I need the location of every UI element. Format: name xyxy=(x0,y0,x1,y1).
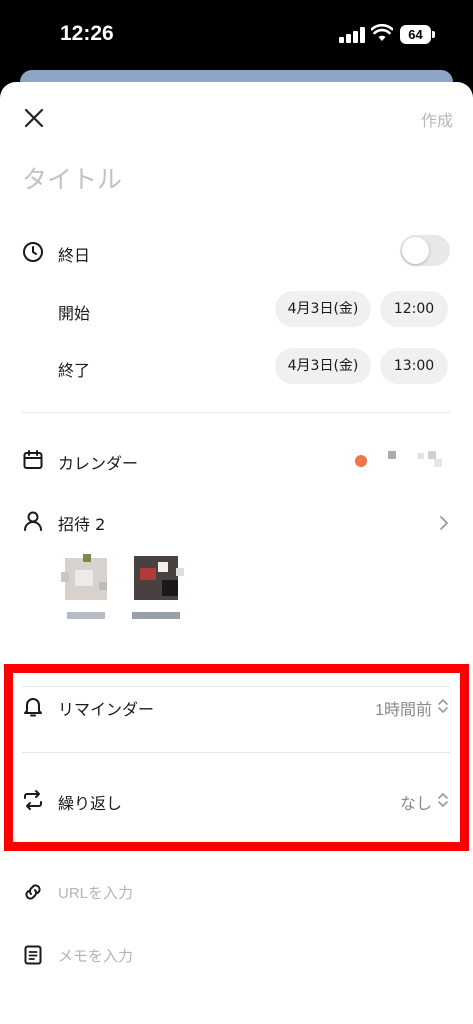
repeat-icon xyxy=(24,790,42,810)
section-divider xyxy=(22,412,450,413)
invite-label[interactable]: 招待 2 xyxy=(58,511,105,535)
status-bar: 12:26 64 xyxy=(0,0,473,70)
calendar-icon xyxy=(23,450,43,469)
reminder-value[interactable]: 1時間前 xyxy=(375,696,432,720)
person-icon xyxy=(24,511,42,531)
start-date-button[interactable]: 4月3日(金) xyxy=(275,291,371,327)
invitee-name-redacted xyxy=(67,612,105,619)
end-date-button[interactable]: 4月3日(金) xyxy=(275,348,371,384)
end-label: 終了 xyxy=(58,361,91,380)
avatar[interactable] xyxy=(132,554,184,604)
battery-level: 64 xyxy=(400,25,431,44)
chevron-updown-icon[interactable] xyxy=(437,697,449,715)
wifi-icon xyxy=(371,24,393,41)
url-input[interactable]: URLを入力 xyxy=(58,882,133,903)
chevron-right-icon[interactable] xyxy=(439,515,449,531)
close-icon[interactable] xyxy=(22,106,46,130)
memo-input[interactable]: メモを入力 xyxy=(58,945,133,966)
chevron-updown-icon[interactable] xyxy=(437,791,449,809)
start-time-button[interactable]: 12:00 xyxy=(380,291,448,327)
section-divider xyxy=(22,686,450,687)
bell-icon xyxy=(24,698,42,717)
end-time-button[interactable]: 13:00 xyxy=(380,348,448,384)
reminder-label[interactable]: リマインダー xyxy=(58,696,154,720)
calendar-name-redacted xyxy=(388,451,450,471)
link-icon xyxy=(25,884,41,900)
invitee-name-redacted xyxy=(132,612,180,619)
create-button[interactable]: 作成 xyxy=(421,107,453,131)
memo-icon xyxy=(24,945,42,965)
start-label: 開始 xyxy=(58,304,91,323)
status-time: 12:26 xyxy=(60,22,114,45)
repeat-label[interactable]: 繰り返し xyxy=(58,790,122,814)
section-divider xyxy=(22,752,450,753)
avatar[interactable] xyxy=(61,554,111,604)
allday-toggle[interactable] xyxy=(400,235,450,266)
repeat-value[interactable]: なし xyxy=(400,790,432,814)
toggle-knob xyxy=(402,237,429,264)
cellular-signal-icon xyxy=(339,27,365,43)
calendar-color-dot xyxy=(355,455,367,467)
title-input[interactable]: タイトル xyxy=(22,160,122,196)
new-event-sheet: 作成 タイトル 終日 開始 4月3日(金) 12:00 終了 4月3日(金) 1… xyxy=(0,82,473,1024)
calendar-label[interactable]: カレンダー xyxy=(58,450,138,474)
battery-tip xyxy=(432,31,435,38)
allday-label: 終日 xyxy=(58,246,91,265)
clock-icon xyxy=(23,242,43,262)
